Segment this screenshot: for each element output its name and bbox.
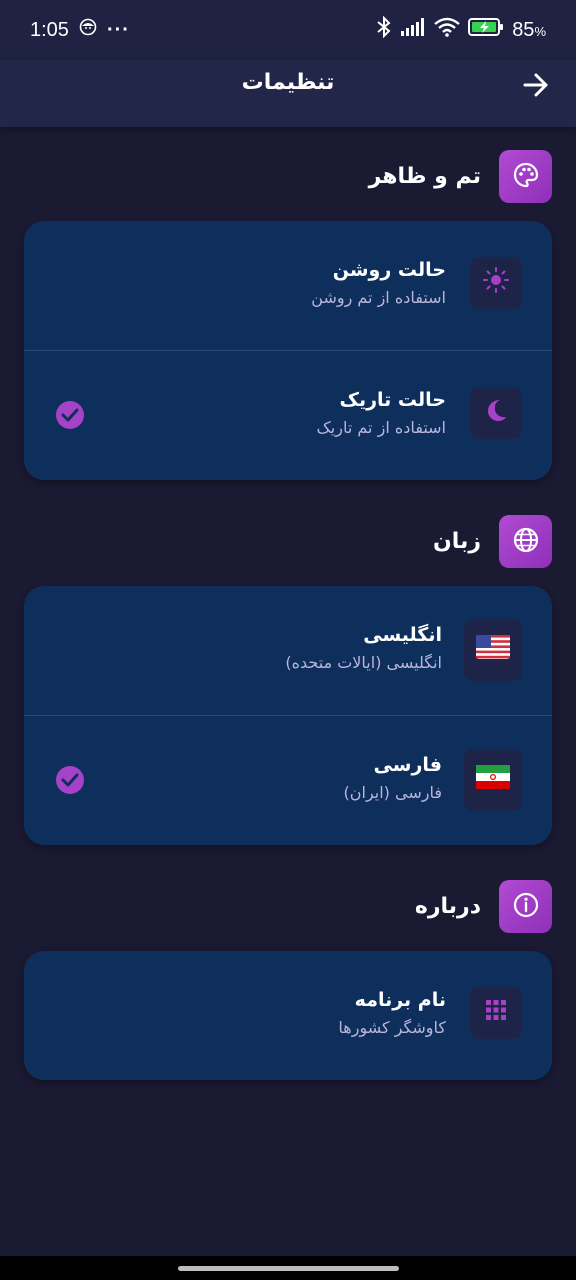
theme-option-dark[interactable]: حالت تاریک استفاده از تم تاریک [24,350,552,479]
row-subtitle: کاوشگر کشورها [338,1018,446,1037]
check-circle-icon [55,765,85,795]
section-icon-box [499,515,552,568]
language-option-persian[interactable]: فارسی فارسی (ایران) [24,715,552,844]
moon-icon [482,396,510,431]
battery-percent: 85% [512,19,546,42]
row-text: حالت روشن استفاده از تم روشن [311,257,446,309]
theme-option-light[interactable]: حالت روشن استفاده از تم روشن [24,221,552,350]
grid-icon [484,998,508,1029]
status-time: 1:05 [30,18,69,41]
iran-flag-icon [476,764,510,796]
app-bar: تنظیمات [0,60,576,127]
row-title: حالت تاریک [339,389,447,411]
status-right: 85% [376,15,546,44]
row-text: فارسی فارسی (ایران) [344,752,442,804]
globe-icon [512,526,540,558]
row-text: حالت تاریک استفاده از تم تاریک [316,387,446,439]
row-icon-box [464,619,522,681]
row-icon-box [470,257,522,309]
battery-icon [468,17,504,43]
section-header-theme: تم و ظاهر [369,150,552,203]
row-subtitle: استفاده از تم روشن [311,288,446,307]
check-circle-icon [55,400,85,430]
signal-icon [400,17,426,43]
battery-unit: % [534,23,546,39]
row-title: نام برنامه [354,989,446,1011]
navigation-bar [0,1256,576,1280]
row-icon-box [470,387,522,439]
row-text: انگلیسی انگلیسی (ایالات متحده) [285,622,442,674]
section-header-language: زبان [433,515,552,568]
row-subtitle: انگلیسی (ایالات متحده) [285,653,442,672]
language-card: انگلیسی انگلیسی (ایالات متحده) فارسی فار… [24,586,552,845]
bluetooth-icon [376,15,392,44]
home-gesture-pill[interactable] [178,1266,399,1271]
sun-icon [482,266,510,301]
row-title: انگلیسی [363,624,442,646]
status-more-dots: ··· [106,18,130,41]
arrow-right-icon [522,72,550,102]
us-flag-icon [476,634,510,666]
section-header-about: درباره [415,880,552,933]
wifi-icon [434,17,460,43]
row-title: فارسی [373,754,442,776]
status-bar: 1:05 ··· 85% [0,0,576,60]
row-subtitle: استفاده از تم تاریک [316,418,446,437]
about-app-name: نام برنامه کاوشگر کشورها [24,951,552,1080]
battery-value: 85 [512,18,535,41]
row-icon-box [464,749,522,811]
row-icon-box [470,987,522,1039]
section-title: زبان [433,529,481,554]
notification-face-icon [79,18,97,42]
row-text: نام برنامه کاوشگر کشورها [338,987,446,1039]
section-icon-box [499,880,552,933]
palette-icon [512,161,540,193]
status-left: 1:05 ··· [30,18,130,42]
section-title: درباره [414,894,481,919]
row-title: حالت روشن [332,259,446,281]
section-icon-box [499,150,552,203]
info-icon [512,891,540,923]
about-card: نام برنامه کاوشگر کشورها [24,951,552,1080]
page-title: تنظیمات [241,70,335,95]
language-option-english[interactable]: انگلیسی انگلیسی (ایالات متحده) [24,586,552,715]
section-title: تم و ظاهر [368,164,481,189]
theme-card: حالت روشن استفاده از تم روشن حالت تاریک … [24,221,552,480]
back-button[interactable] [518,72,554,102]
row-subtitle: فارسی (ایران) [343,783,442,802]
